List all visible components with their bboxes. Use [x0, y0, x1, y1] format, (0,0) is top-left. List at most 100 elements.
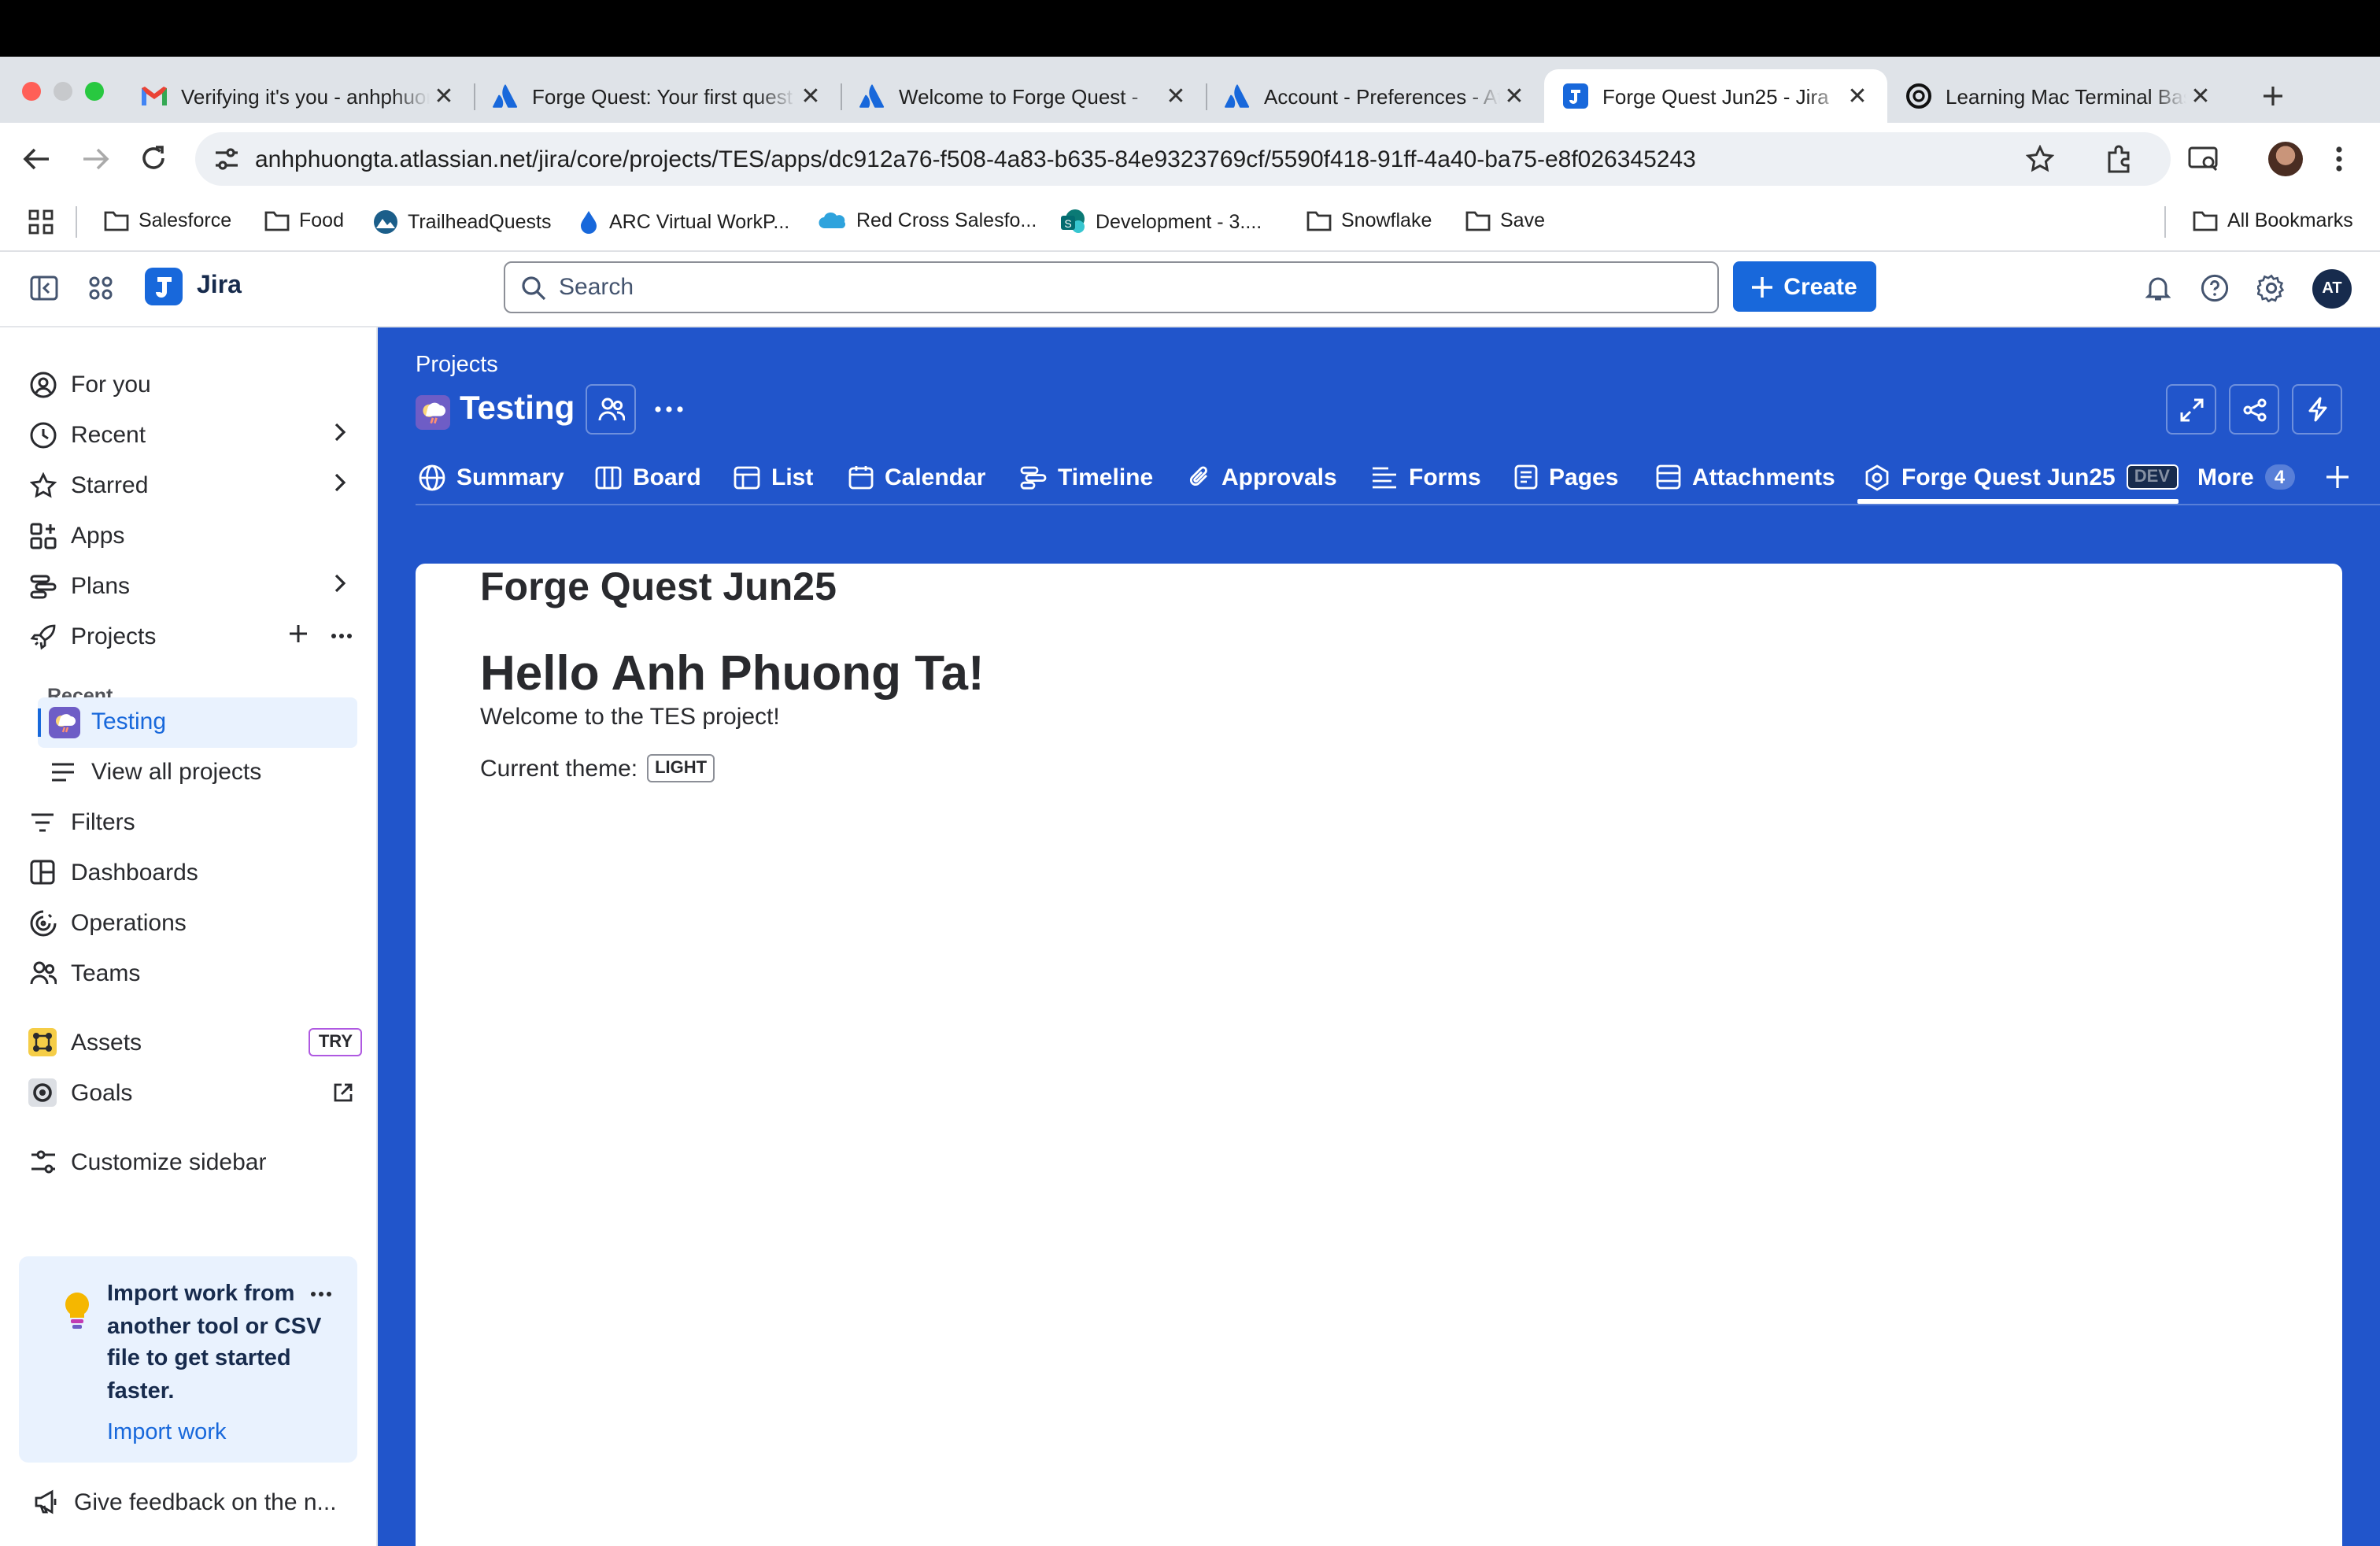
- back-button[interactable]: [22, 146, 50, 172]
- megaphone-icon: [31, 1488, 60, 1516]
- help-button[interactable]: [2201, 274, 2229, 302]
- sidebar-item-view-all-projects[interactable]: View all projects: [49, 749, 376, 793]
- bookmark-item[interactable]: Snowflake: [1306, 209, 1432, 231]
- bookmark-item[interactable]: TrailheadQuests: [373, 209, 552, 235]
- import-work-link[interactable]: Import work: [107, 1420, 227, 1445]
- chevron-right-icon[interactable]: [334, 573, 346, 594]
- settings-button[interactable]: [2257, 274, 2286, 302]
- sidebar-item-teams[interactable]: Teams: [28, 951, 356, 995]
- product-name: Jira: [197, 272, 242, 299]
- app-switcher-button[interactable]: [88, 276, 113, 301]
- tab-attachments[interactable]: Attachments: [1656, 453, 1835, 501]
- minimize-window-button[interactable]: [54, 82, 72, 101]
- tab-forms[interactable]: Forms: [1371, 453, 1481, 501]
- notifications-button[interactable]: [2145, 274, 2171, 302]
- tab-calendar[interactable]: Calendar: [848, 453, 985, 501]
- breadcrumb[interactable]: Projects: [416, 353, 498, 378]
- theme-label: Current theme:: [480, 755, 638, 782]
- browser-tab[interactable]: Learning Mac Terminal Basics ✕: [1887, 69, 2230, 123]
- browser-tab[interactable]: Forge Quest: Your first quest ✕: [474, 69, 842, 123]
- browser-tab[interactable]: Verifying it's you - anhphuongta ✕: [123, 69, 475, 123]
- people-icon: [597, 398, 624, 421]
- give-feedback-button[interactable]: Give feedback on the n...: [31, 1480, 359, 1524]
- browser-tab-active[interactable]: Forge Quest Jun25 - Jira ✕: [1544, 69, 1887, 123]
- extensions-button[interactable]: [2106, 145, 2134, 173]
- chevron-right-icon[interactable]: [334, 422, 346, 442]
- automation-button[interactable]: [2292, 384, 2342, 435]
- close-tab-icon[interactable]: ✕: [2186, 82, 2215, 110]
- tab-timeline[interactable]: Timeline: [1020, 453, 1153, 501]
- sidebar-item-plans[interactable]: Plans: [28, 564, 356, 608]
- team-button[interactable]: [586, 384, 636, 435]
- sidebar-item-starred[interactable]: Starred: [28, 463, 356, 507]
- bookmark-item[interactable]: ARC Virtual WorkP...: [578, 209, 789, 235]
- tab-list[interactable]: List: [734, 453, 813, 501]
- promo-more-button[interactable]: [310, 1291, 332, 1297]
- jira-home-link[interactable]: Jira: [145, 268, 242, 305]
- all-bookmarks-button[interactable]: All Bookmarks: [2193, 209, 2353, 231]
- sidebar-item-goals[interactable]: Goals: [28, 1071, 356, 1115]
- fullscreen-button[interactable]: [2166, 384, 2216, 435]
- toggle-sidebar-button[interactable]: [30, 276, 58, 301]
- tab-more[interactable]: More 4: [2197, 453, 2295, 501]
- browser-tab[interactable]: Welcome to Forge Quest - ✕: [841, 69, 1207, 123]
- more-horizontal-icon: [331, 634, 352, 638]
- close-tab-icon[interactable]: ✕: [796, 82, 825, 110]
- project-more-button[interactable]: [655, 406, 683, 412]
- address-bar[interactable]: anhphuongta.atlassian.net/jira/core/proj…: [195, 132, 2171, 186]
- clock-icon: [28, 420, 57, 449]
- search-input[interactable]: Search: [504, 261, 1719, 313]
- paperclip-icon: [1189, 466, 1207, 486]
- calendar-icon: [848, 466, 874, 490]
- share-button[interactable]: [2229, 384, 2279, 435]
- app-content-card: Forge Quest Jun25 Hello Anh Phuong Ta! W…: [416, 564, 2342, 1546]
- close-tab-icon[interactable]: ✕: [1162, 82, 1190, 110]
- sidebar-item-projects[interactable]: Projects: [28, 614, 356, 658]
- bookmark-star-button[interactable]: [2026, 145, 2054, 173]
- bookmark-item[interactable]: Food: [264, 209, 344, 231]
- browser-menu-button[interactable]: [2334, 145, 2344, 173]
- browser-tab[interactable]: Account - Preferences - Atlassian ✕: [1206, 69, 1544, 123]
- user-avatar[interactable]: AT: [2312, 269, 2352, 309]
- chevron-right-icon[interactable]: [334, 472, 346, 493]
- new-tab-button[interactable]: [2254, 77, 2292, 115]
- sidebar-item-filters[interactable]: Filters: [28, 800, 356, 844]
- sidebar-item-assets[interactable]: Assets TRY: [28, 1020, 362, 1064]
- close-tab-icon[interactable]: ✕: [1843, 82, 1872, 110]
- plus-icon: [290, 625, 307, 642]
- profile-avatar[interactable]: [2268, 142, 2303, 176]
- projects-more-button[interactable]: [331, 633, 353, 639]
- add-tab-button[interactable]: [2326, 466, 2349, 488]
- apps-grid-icon[interactable]: [28, 209, 54, 235]
- forward-button[interactable]: [82, 146, 110, 172]
- sidebar-item-customize[interactable]: Customize sidebar: [28, 1140, 356, 1184]
- bookmark-item[interactable]: S Development - 3....: [1061, 209, 1262, 235]
- create-button[interactable]: Create: [1733, 261, 1876, 312]
- external-link-icon[interactable]: [334, 1083, 353, 1102]
- close-tab-icon[interactable]: ✕: [1500, 82, 1528, 110]
- bookmark-item[interactable]: Red Cross Salesfo...: [819, 209, 1037, 231]
- tab-search-button[interactable]: [2188, 145, 2219, 173]
- close-window-button[interactable]: [22, 82, 41, 101]
- sidebar-item-recent[interactable]: Recent: [28, 412, 356, 457]
- list-icon: [734, 465, 760, 489]
- sidebar-item-for-you[interactable]: For you: [28, 362, 356, 406]
- tab-approvals[interactable]: Approvals: [1188, 453, 1337, 501]
- reload-button[interactable]: [140, 145, 167, 172]
- maximize-window-button[interactable]: [85, 82, 104, 101]
- close-tab-icon[interactable]: ✕: [430, 82, 458, 110]
- tab-forge-quest[interactable]: Forge Quest Jun25 DEV: [1864, 453, 2178, 501]
- bookmark-item[interactable]: Save: [1465, 209, 1545, 231]
- sidebar-item-apps[interactable]: Apps: [28, 513, 356, 557]
- add-project-button[interactable]: [288, 623, 309, 644]
- sidebar-item-dashboards[interactable]: Dashboards: [28, 850, 356, 894]
- tab-board[interactable]: Board: [595, 453, 701, 501]
- sidebar-item-testing[interactable]: Testing: [38, 697, 357, 748]
- tab-summary[interactable]: Summary: [419, 453, 564, 501]
- tab-pages[interactable]: Pages: [1514, 453, 1618, 501]
- site-info-icon[interactable]: [214, 148, 239, 170]
- theme-row: Current theme: LIGHT: [480, 754, 715, 782]
- app-grid-icon: [89, 276, 113, 300]
- bookmark-item[interactable]: Salesforce: [104, 209, 231, 231]
- sidebar-item-operations[interactable]: Operations: [28, 901, 356, 945]
